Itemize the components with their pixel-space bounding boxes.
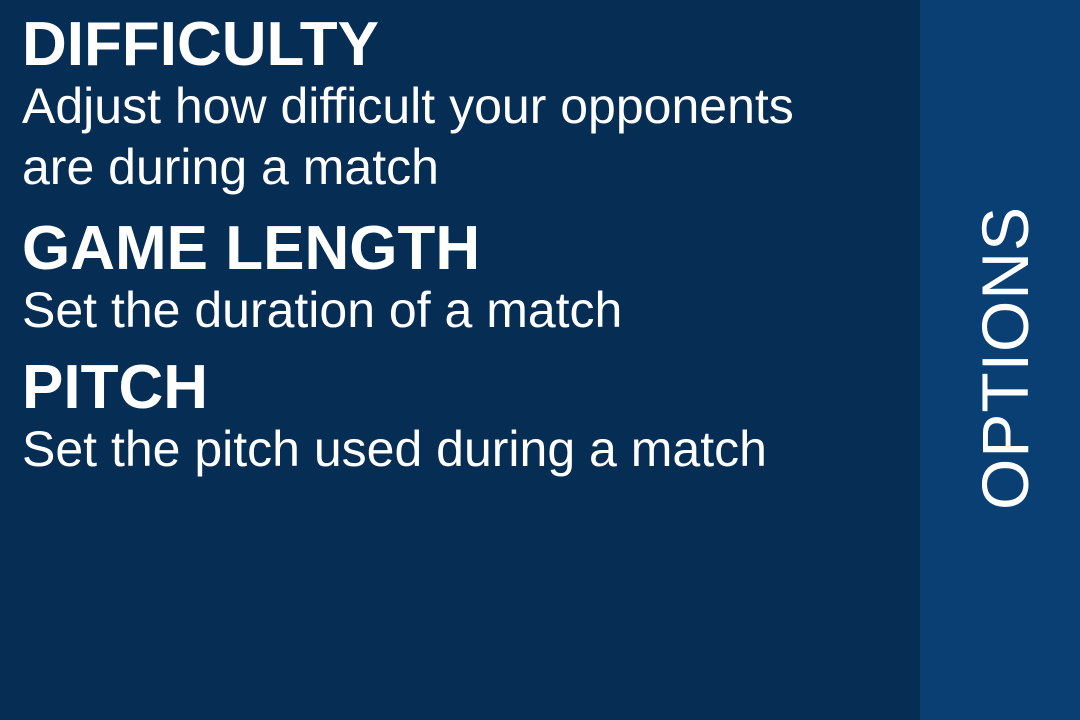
option-description-line: are during a match: [22, 139, 439, 195]
option-title: PITCH: [22, 353, 208, 422]
option-pitch[interactable]: PITCH Set the pitch used during a match: [22, 357, 767, 480]
option-title: GAME LENGTH: [22, 214, 481, 283]
option-description: Set the pitch used during a match: [22, 421, 767, 477]
sidebar-label: OPTIONS: [968, 205, 1042, 511]
option-game-length[interactable]: GAME LENGTH Set the duration of a match: [22, 218, 622, 341]
option-description-line: Adjust how difficult your opponents: [22, 78, 794, 134]
options-list: DIFFICULTY Adjust how difficult your opp…: [0, 0, 920, 720]
option-description: Set the duration of a match: [22, 282, 623, 338]
option-title: DIFFICULTY: [22, 10, 380, 79]
option-difficulty[interactable]: DIFFICULTY Adjust how difficult your opp…: [22, 14, 794, 198]
